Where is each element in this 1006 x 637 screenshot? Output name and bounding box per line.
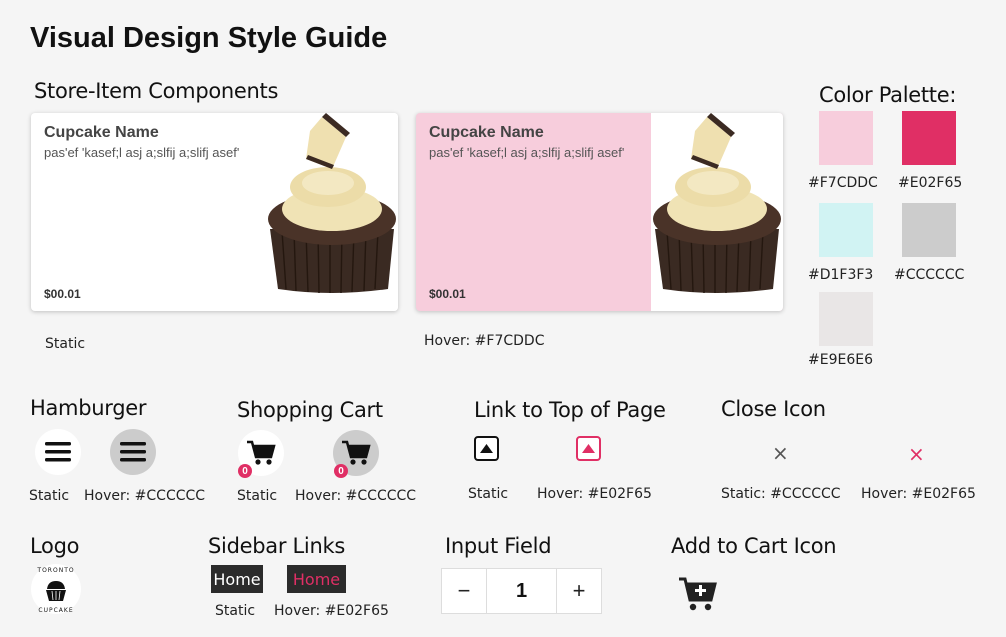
close-icon-static[interactable]: × [772, 441, 789, 465]
sidebar-link-hover[interactable]: Home [287, 565, 346, 593]
toronto-cupcake-logo: TORONTO CUPCAKE [30, 563, 82, 615]
store-item-card-hover[interactable]: Cupcake Name pas'ef 'kasef;l asj a;slfij… [416, 113, 783, 311]
arrow-up-icon [582, 443, 595, 453]
cart-heading: Shopping Cart [237, 398, 383, 422]
close-icon-hover[interactable]: × [908, 442, 925, 466]
close-hover-caption: Hover: #E02F65 [861, 486, 976, 502]
swatch-label: #E9E6E6 [808, 352, 873, 368]
cart-button-static[interactable]: 0 [238, 430, 284, 478]
palette-heading: Color Palette: [819, 83, 957, 107]
close-icon-heading: Close Icon [721, 397, 826, 421]
swatch-label: #F7CDDC [808, 175, 878, 191]
back-to-top-button-static[interactable] [474, 436, 499, 461]
hamburger-button-hover[interactable] [110, 429, 156, 475]
input-field-heading: Input Field [445, 534, 552, 558]
cart-hover-caption: Hover: #CCCCCC [295, 488, 417, 504]
hamburger-icon [120, 442, 146, 462]
cart-icon [342, 440, 371, 465]
item-description: pas'ef 'kasef;l asj a;slfij a;slifj asef… [44, 145, 240, 160]
add-to-cart-heading: Add to Cart Icon [671, 534, 837, 558]
cart-static-caption: Static [237, 488, 278, 504]
logo-text-bottom: CUPCAKE [38, 607, 73, 614]
swatch-light-grey [819, 292, 873, 346]
card-static-caption: Static [45, 336, 86, 352]
hamburger-button-static[interactable] [35, 429, 81, 475]
card-hover-caption: Hover: #F7CDDC [424, 333, 545, 349]
cart-button-hover[interactable]: 0 [333, 430, 379, 478]
top-link-static-caption: Static [468, 486, 509, 502]
increment-button[interactable]: + [557, 569, 601, 613]
close-static-caption: Static: #CCCCCC [721, 486, 841, 502]
cart-count-badge: 0 [238, 464, 252, 478]
top-link-heading: Link to Top of Page [474, 398, 666, 422]
decrement-button[interactable]: − [442, 569, 487, 613]
quantity-stepper: − 1 + [441, 568, 602, 614]
hamburger-static-caption: Static [29, 488, 70, 504]
cupcake-image [266, 113, 398, 311]
item-name: Cupcake Name [429, 124, 544, 141]
logo-heading: Logo [30, 534, 80, 558]
add-to-cart-icon[interactable] [678, 576, 718, 612]
cart-count-badge: 0 [334, 464, 348, 478]
item-price: $00.01 [429, 287, 466, 301]
sidebar-links-heading: Sidebar Links [208, 534, 345, 558]
item-price: $00.01 [44, 287, 81, 301]
logo-text-top: TORONTO [36, 567, 74, 574]
cart-icon [247, 440, 276, 465]
swatch-label: #CCCCCC [894, 267, 965, 283]
top-link-hover-caption: Hover: #E02F65 [537, 486, 652, 502]
arrow-up-icon [480, 443, 493, 453]
item-description: pas'ef 'kasef;l asj a;slfij a;slifj asef… [429, 145, 625, 160]
store-item-heading: Store-Item Components [34, 79, 279, 103]
store-item-card-static[interactable]: Cupcake Name pas'ef 'kasef;l asj a;slfij… [31, 113, 398, 311]
swatch-grey [902, 203, 956, 257]
cupcake-image [651, 113, 783, 311]
sidebar-hover-caption: Hover: #E02F65 [274, 603, 389, 619]
item-name: Cupcake Name [44, 124, 159, 141]
swatch-pink [819, 111, 873, 165]
hamburger-heading: Hamburger [30, 396, 147, 420]
hamburger-hover-caption: Hover: #CCCCCC [84, 488, 206, 504]
page-title: Visual Design Style Guide [30, 22, 388, 54]
swatch-cyan [819, 203, 873, 257]
sidebar-static-caption: Static [215, 603, 256, 619]
hamburger-icon [45, 442, 71, 462]
quantity-input[interactable]: 1 [487, 569, 557, 613]
swatch-red [902, 111, 956, 165]
swatch-label: #D1F3F3 [808, 267, 874, 283]
sidebar-link-static[interactable]: Home [211, 565, 263, 593]
back-to-top-button-hover[interactable] [576, 436, 601, 461]
swatch-label: #E02F65 [898, 175, 963, 191]
